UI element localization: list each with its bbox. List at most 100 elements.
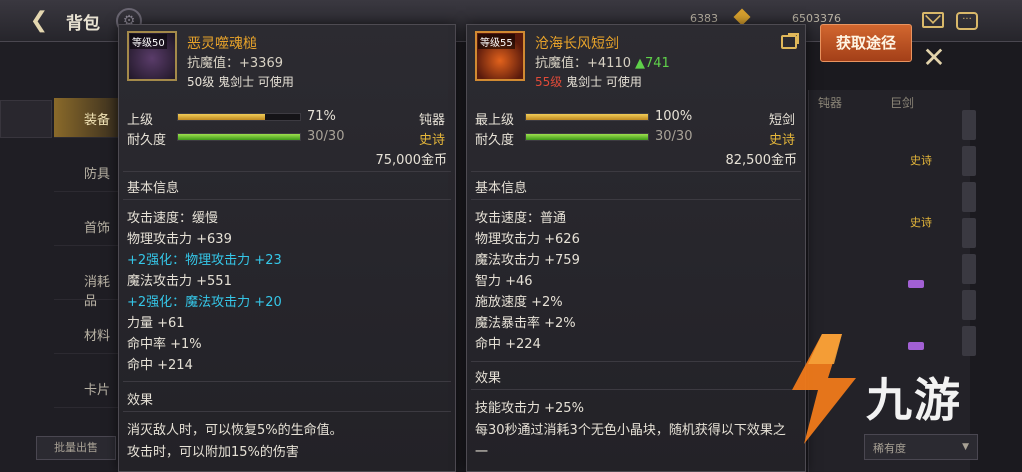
required-class: 鬼剑士 可使用 xyxy=(566,75,642,89)
tab-equipment[interactable]: 装备 xyxy=(54,98,118,138)
page-title: 背包 xyxy=(66,14,100,34)
item-name: 恶灵噬魂槌 xyxy=(187,36,257,52)
grade-value: 100% xyxy=(655,109,693,124)
divider xyxy=(123,171,451,172)
durability-bar-fill xyxy=(526,134,648,140)
stat-line: 魔法攻击力 +759 xyxy=(475,253,580,268)
effect-line: 攻击时，可以附加15%的伤害 xyxy=(127,445,299,460)
rarity-label: 史诗 xyxy=(418,133,445,148)
grade-bar-fill xyxy=(526,114,648,120)
stat-line: 智力 +46 xyxy=(475,274,533,289)
grade-label: 最上级 xyxy=(475,113,515,128)
divider xyxy=(123,381,451,382)
divider xyxy=(471,389,801,390)
rarity-tag: 史诗 xyxy=(910,154,932,167)
obtain-method-button[interactable]: 获取途径 xyxy=(820,24,912,62)
divider xyxy=(123,411,451,412)
watermark-text: 九游 xyxy=(866,373,962,427)
item-tooltip-right: 等级55 沧海长风短剑 抗魔值：+4110 ▲741 55级 鬼剑士 可使用 最上… xyxy=(466,24,806,472)
durability-value: 30/30 xyxy=(307,129,345,144)
item-level-tag: 等级55 xyxy=(478,34,515,49)
grade-label: 上级 xyxy=(127,113,154,128)
shortsword-item-icon: 等级55 xyxy=(475,31,525,81)
effect-line: 一 xyxy=(475,445,489,460)
mail-icon[interactable] xyxy=(922,12,944,28)
enhance-stat-line: +2强化：魔法攻击力 +20 xyxy=(127,295,282,310)
durability-label: 耐久度 xyxy=(475,133,515,148)
item-name: 沧海长风短剑 xyxy=(535,36,619,52)
column-header-blunt[interactable]: 钝器 xyxy=(818,94,842,111)
rarity-dropdown-label: 稀有度 xyxy=(873,442,906,455)
purple-badge-icon xyxy=(908,342,924,350)
stat-value: +3369 xyxy=(239,56,283,71)
rarity-label: 史诗 xyxy=(768,133,795,148)
sidebar-slot xyxy=(0,100,52,138)
chevron-down-icon: ▼ xyxy=(962,442,969,452)
effect-title: 效果 xyxy=(475,371,502,386)
stat-line: 施放速度 +2% xyxy=(475,295,563,310)
stat-line: 力量 +61 xyxy=(127,316,185,331)
rarity-tag: 史诗 xyxy=(910,216,932,229)
stat-value: +4110 xyxy=(587,56,631,71)
chat-icon[interactable]: ··· xyxy=(956,12,978,30)
stat-line: 命中率 +1% xyxy=(127,337,202,352)
tab-consumable[interactable]: 消耗品 xyxy=(54,260,118,309)
effect-title: 效果 xyxy=(127,393,154,408)
back-arrow-icon[interactable]: ❮ xyxy=(26,8,52,34)
durability-bar-fill xyxy=(178,134,300,140)
stat-gain: ▲741 xyxy=(635,56,670,71)
enhance-stat-line: +2强化：物理攻击力 +23 xyxy=(127,253,282,268)
grade-bar xyxy=(525,113,649,121)
stat-line: 物理攻击力 +626 xyxy=(475,232,580,247)
required-class: 鬼剑士 可使用 xyxy=(218,75,294,89)
durability-bar xyxy=(525,133,649,141)
tab-card[interactable]: 卡片 xyxy=(54,368,118,408)
basic-info-title: 基本信息 xyxy=(475,181,528,196)
close-icon[interactable]: ✕ xyxy=(916,40,952,76)
weapon-type: 短剑 xyxy=(768,113,795,128)
purple-badge-icon xyxy=(908,280,924,288)
tab-material[interactable]: 材料 xyxy=(54,314,118,354)
stat-line: 物理攻击力 +639 xyxy=(127,232,232,247)
effect-line: 每30秒通过消耗3个无色小晶块，随机获得以下效果之 xyxy=(475,423,786,438)
item-requirement: 55级 鬼剑士 可使用 xyxy=(535,73,642,90)
stat-label: 抗魔值： xyxy=(187,56,240,71)
gold-icon xyxy=(733,8,751,26)
tab-armor[interactable]: 防具 xyxy=(54,152,118,192)
column-header-greatsword[interactable]: 巨剑 xyxy=(890,94,914,111)
durability-label: 耐久度 xyxy=(127,133,167,148)
durability-value: 30/30 xyxy=(655,129,693,144)
share-icon[interactable] xyxy=(781,35,797,49)
divider xyxy=(471,361,801,362)
divider xyxy=(471,199,801,200)
inventory-scrollbar[interactable] xyxy=(962,110,980,410)
stat-line: 魔法攻击力 +551 xyxy=(127,274,232,289)
grade-value: 71% xyxy=(307,109,336,124)
item-stat: 抗魔值：+4110 ▲741 xyxy=(535,52,670,71)
stat-line: 攻击速度：缓慢 xyxy=(127,211,219,226)
stat-line: 命中 +224 xyxy=(475,337,541,352)
item-price: 82,500金币 xyxy=(725,153,798,168)
basic-info-title: 基本信息 xyxy=(127,181,180,196)
divider xyxy=(471,171,801,172)
durability-bar xyxy=(177,133,301,141)
stat-label: 抗魔值： xyxy=(535,56,588,71)
stat-line: 命中 +214 xyxy=(127,358,193,373)
item-tooltip-left: 等级50 恶灵噬魂槌 抗魔值：+3369 50级 鬼剑士 可使用 上级 71% … xyxy=(118,24,456,472)
required-level: 50级 xyxy=(187,75,215,89)
item-requirement: 50级 鬼剑士 可使用 xyxy=(187,73,294,90)
mace-item-icon: 等级50 xyxy=(127,31,177,81)
stat-line: 攻击速度：普通 xyxy=(475,211,567,226)
divider xyxy=(123,199,451,200)
rarity-dropdown[interactable]: 稀有度 ▼ xyxy=(864,434,978,460)
jiuyou-logo-icon xyxy=(792,334,856,444)
grade-bar-fill xyxy=(178,114,265,120)
required-level: 55级 xyxy=(535,75,563,89)
item-level-tag: 等级50 xyxy=(130,34,167,49)
effect-line: 技能攻击力 +25% xyxy=(475,401,584,416)
tab-accessory[interactable]: 首饰 xyxy=(54,206,118,246)
batch-sell-button[interactable]: 批量出售 xyxy=(36,436,116,460)
weapon-type: 钝器 xyxy=(418,113,445,128)
stat-line: 魔法暴击率 +2% xyxy=(475,316,576,331)
grade-bar xyxy=(177,113,301,121)
